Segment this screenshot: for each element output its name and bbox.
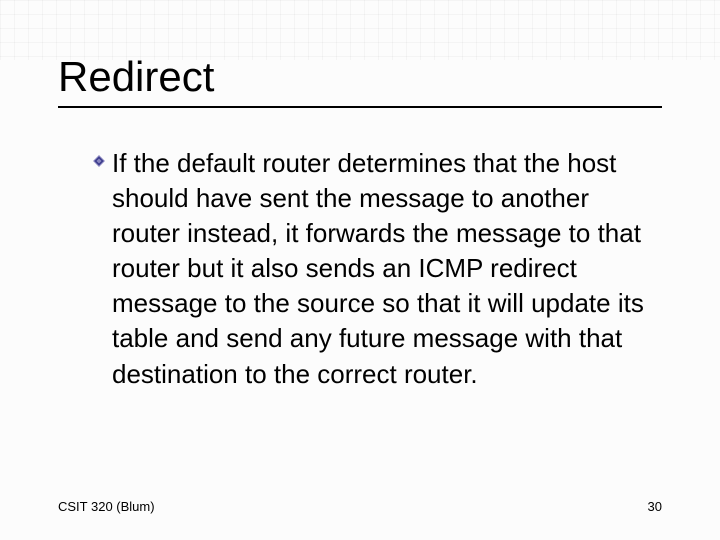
slide: Redirect If the default router determine… [0, 0, 720, 540]
title-block: Redirect [58, 54, 662, 108]
title-underline [58, 106, 662, 108]
footer-left: CSIT 320 (Blum) [58, 499, 155, 514]
header-grid-decoration [0, 0, 720, 60]
slide-title: Redirect [58, 54, 662, 100]
bullet-item: If the default router determines that th… [92, 146, 662, 392]
bullet-text: If the default router determines that th… [112, 146, 662, 392]
diamond-bullet-icon [92, 154, 106, 168]
page-number: 30 [648, 499, 662, 514]
slide-body: If the default router determines that th… [92, 146, 662, 392]
